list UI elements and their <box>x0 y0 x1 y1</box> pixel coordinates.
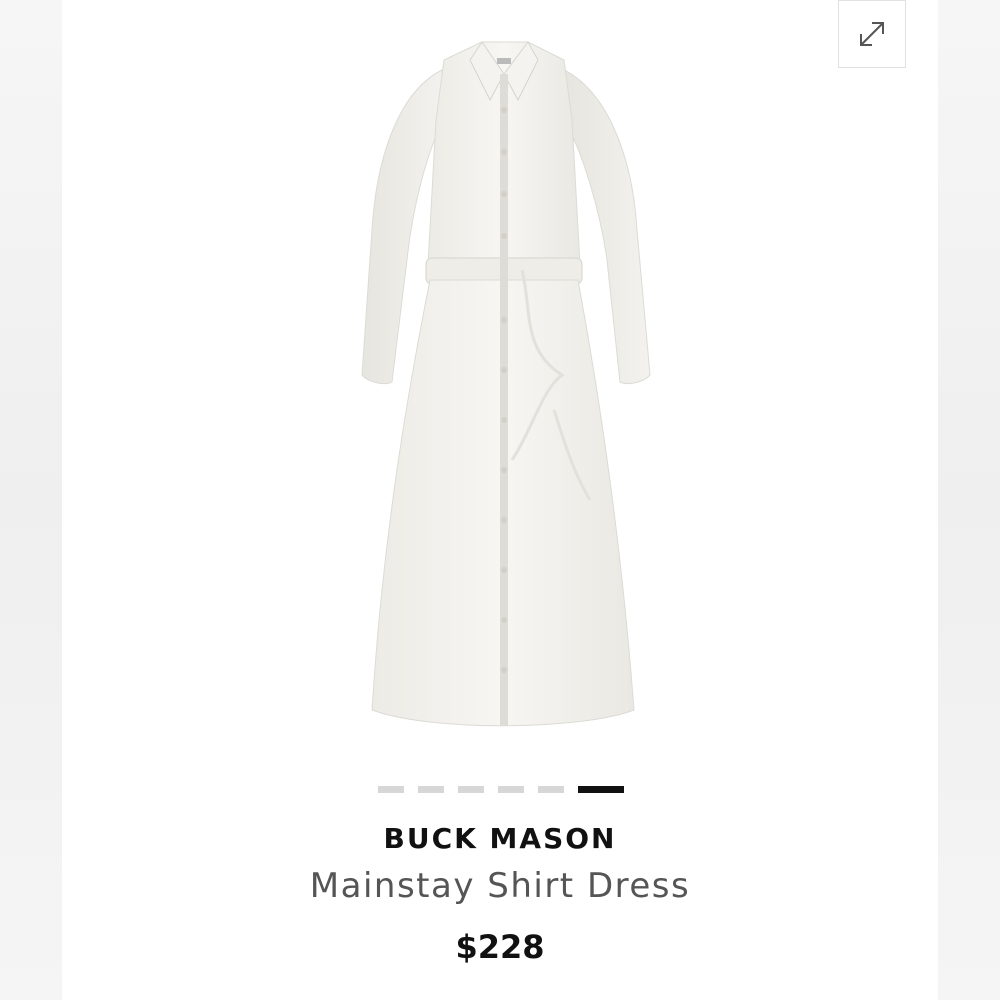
image-carousel-dots <box>378 786 624 794</box>
product-card: BUCK MASON Mainstay Shirt Dress $228 <box>62 0 938 1000</box>
left-blurred-backdrop <box>0 0 62 1000</box>
product-title: Mainstay Shirt Dress <box>309 866 691 906</box>
carousel-dot-3[interactable] <box>458 786 484 793</box>
carousel-dot-6-active[interactable] <box>578 786 624 793</box>
carousel-dot-5[interactable] <box>538 786 564 793</box>
right-blurred-backdrop <box>938 0 1000 1000</box>
carousel-dot-2[interactable] <box>418 786 444 793</box>
product-price: $228 <box>455 928 545 966</box>
carousel-dot-4[interactable] <box>498 786 524 793</box>
expand-image-button[interactable] <box>838 0 906 68</box>
product-brand: BUCK MASON <box>383 822 617 855</box>
expand-arrows-icon <box>860 22 884 46</box>
product-image[interactable] <box>332 30 672 750</box>
carousel-dot-1[interactable] <box>378 786 404 793</box>
